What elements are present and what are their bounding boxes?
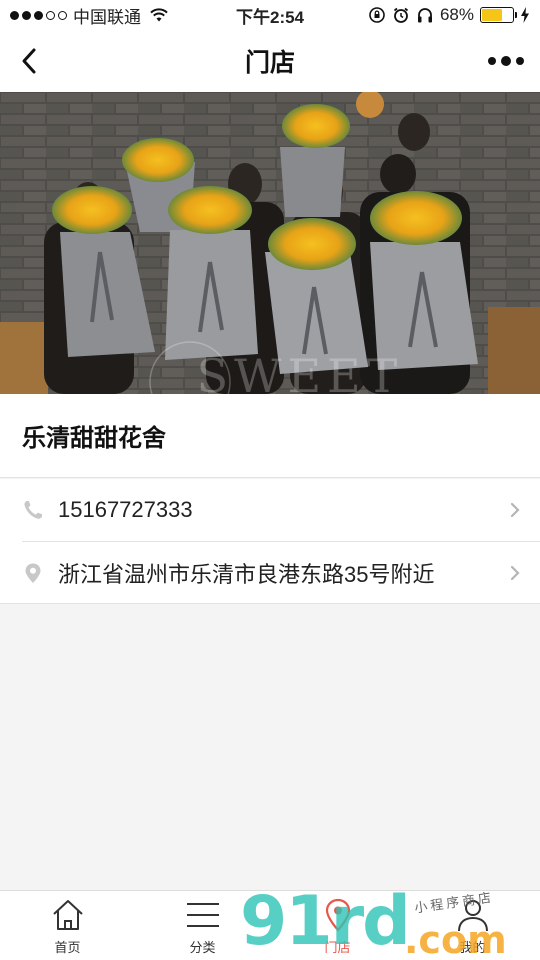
- bottom-tab-bar: 首页 分类 门店 我的: [0, 890, 540, 960]
- more-button[interactable]: [484, 46, 528, 76]
- carrier-name: 中国联通: [73, 7, 141, 27]
- tab-label: 首页: [54, 940, 81, 955]
- phone-icon: [24, 501, 42, 519]
- navigation-bar: 门店: [0, 30, 540, 92]
- phone-number: 15167727333: [58, 497, 193, 522]
- tab-store[interactable]: 门店: [270, 891, 405, 960]
- shop-info-list: 15167727333 浙江省温州市乐清市良港东路35号附近: [0, 479, 540, 604]
- phone-row[interactable]: 15167727333: [0, 479, 540, 541]
- battery-percent: 68%: [439, 5, 474, 24]
- chevron-right-icon: [510, 502, 520, 518]
- page-title: 门店: [244, 49, 295, 77]
- address-row[interactable]: 浙江省温州市乐清市良港东路35号附近: [22, 541, 540, 603]
- alarm-icon: [393, 7, 409, 23]
- chevron-right-icon: [510, 565, 520, 580]
- headphones-icon: [417, 8, 432, 23]
- charging-bolt-icon: [521, 7, 529, 23]
- store-photo-image: SWEET: [0, 92, 540, 394]
- signal-strength-icon: [10, 10, 67, 20]
- menu-icon: [186, 903, 219, 927]
- photo-watermark-text: SWEET: [197, 349, 404, 394]
- rotation-lock-icon: [369, 7, 385, 23]
- status-time: 下午2:54: [235, 7, 305, 27]
- tab-label: 门店: [324, 940, 351, 955]
- more-dots-icon: [488, 57, 496, 65]
- user-icon: [457, 900, 488, 932]
- battery-icon: [480, 7, 517, 23]
- location-pin-icon: [25, 563, 41, 583]
- address-text: 浙江省温州市乐清市良港东路35号附近: [58, 561, 435, 587]
- tab-mine[interactable]: 我的: [405, 891, 540, 960]
- shop-name: 乐清甜甜花舍: [22, 425, 166, 452]
- shop-name-card: 乐清甜甜花舍: [0, 394, 540, 478]
- home-icon: [52, 900, 83, 930]
- store-photo: SWEET: [0, 92, 540, 394]
- tab-category[interactable]: 分类: [135, 891, 270, 960]
- tab-home[interactable]: 首页: [0, 891, 135, 960]
- chevron-left-icon: [22, 48, 36, 74]
- status-bar: 中国联通 下午2:54 68%: [0, 0, 540, 30]
- wifi-icon: [150, 8, 168, 22]
- tab-label: 分类: [189, 940, 216, 955]
- back-button[interactable]: [12, 44, 46, 78]
- location-pin-icon: [325, 898, 350, 932]
- tab-label: 我的: [459, 940, 486, 955]
